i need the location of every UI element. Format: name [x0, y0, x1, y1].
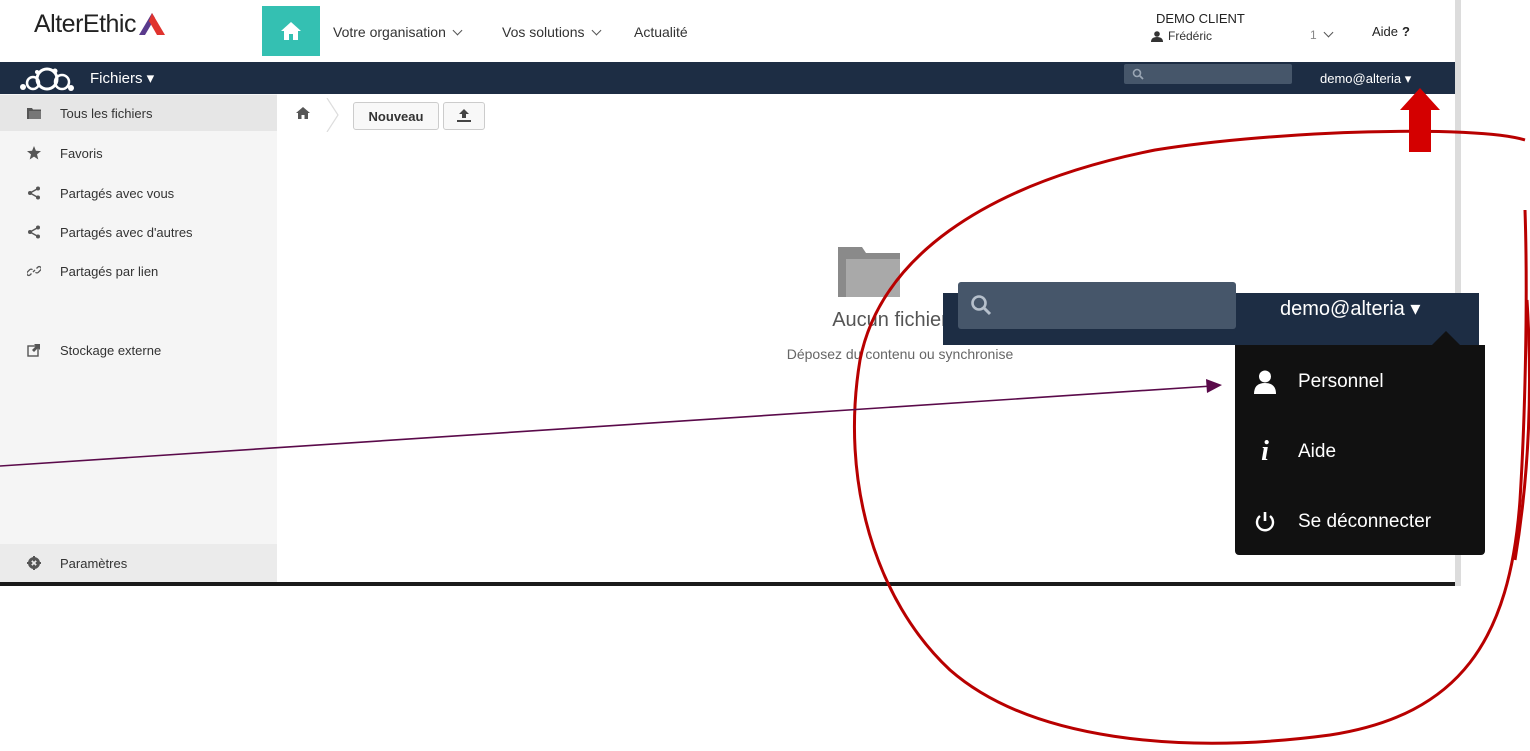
sidebar-item-favorites[interactable]: Favoris — [0, 135, 277, 171]
search-input[interactable] — [1124, 64, 1292, 84]
sidebar-item-shared-with-others[interactable]: Partagés avec d'autres — [0, 214, 277, 250]
menu-item-se-deconnecter[interactable]: Se déconnecter — [1252, 502, 1482, 542]
sidebar-item-shared-by-link[interactable]: Partagés par lien — [0, 253, 277, 289]
alterethic-logo[interactable]: AlterEthic — [34, 10, 167, 42]
user-name: Frédéric — [1168, 29, 1213, 43]
empty-state-subtitle: Déposez du contenu ou synchronise — [786, 346, 1014, 362]
power-icon — [1252, 511, 1278, 533]
sidebar-item-shared-with-you[interactable]: Partagés avec vous — [0, 175, 277, 211]
folder-icon — [26, 105, 42, 121]
circle-tail — [1513, 299, 1530, 561]
logo-mark-icon — [137, 11, 167, 42]
zoomed-account-menu-toggle[interactable]: demo@alteria ▾ — [1280, 296, 1420, 321]
chevron-down-icon — [591, 25, 601, 36]
question-icon: ? — [1402, 24, 1410, 39]
chevron-down-icon — [452, 25, 463, 36]
person-icon — [1252, 370, 1278, 394]
menu-item-aide[interactable]: i Aide — [1252, 432, 1482, 472]
chevron-down-icon — [1323, 27, 1334, 38]
upload-button[interactable] — [443, 102, 485, 130]
zoomed-search-input[interactable] — [958, 282, 1236, 329]
home-button[interactable] — [262, 6, 320, 56]
dropdown-caret — [1432, 331, 1460, 345]
share-icon — [26, 224, 42, 240]
sidebar-item-all-files[interactable]: Tous les fichiers — [0, 95, 277, 131]
nav-actualite[interactable]: Actualité — [634, 24, 688, 40]
top-navigation-bar — [0, 0, 1455, 63]
external-storage-icon — [26, 342, 42, 358]
user-menu-toggle[interactable]: 1 — [1310, 27, 1334, 42]
menu-item-personnel[interactable]: Personnel — [1252, 362, 1482, 402]
account-menu-toggle[interactable]: demo@alteria ▾ — [1320, 71, 1411, 87]
home-icon — [296, 107, 310, 119]
screenshot-bottom-border — [0, 582, 1455, 586]
client-name: DEMO CLIENT — [1156, 11, 1245, 26]
search-icon — [971, 295, 992, 316]
info-icon: i — [1261, 436, 1269, 467]
nav-votre-organisation[interactable]: Votre organisation — [333, 24, 463, 40]
share-icon — [26, 185, 42, 201]
empty-folder-icon — [838, 245, 900, 302]
help-link[interactable]: Aide? — [1372, 24, 1410, 39]
owncloud-logo-icon[interactable] — [18, 66, 76, 97]
app-switcher-fichiers[interactable]: Fichiers ▾ — [90, 69, 154, 87]
red-up-arrow-icon — [1400, 88, 1440, 152]
home-icon — [281, 22, 301, 40]
star-icon — [26, 145, 42, 161]
breadcrumb-separator — [326, 97, 340, 137]
upload-icon — [457, 109, 471, 122]
search-icon — [1132, 68, 1144, 80]
breadcrumb-home[interactable] — [296, 106, 310, 124]
link-icon — [26, 263, 42, 279]
user-icon — [1151, 30, 1163, 42]
logo-text: AlterEthic — [34, 10, 136, 38]
settings-button[interactable]: Paramètres — [0, 544, 277, 582]
nav-vos-solutions[interactable]: Vos solutions — [502, 24, 601, 40]
sidebar-item-external-storage[interactable]: Stockage externe — [0, 332, 277, 368]
user-menu[interactable]: Frédéric — [1151, 29, 1212, 43]
gear-icon — [26, 555, 42, 571]
new-button[interactable]: Nouveau — [353, 102, 439, 130]
